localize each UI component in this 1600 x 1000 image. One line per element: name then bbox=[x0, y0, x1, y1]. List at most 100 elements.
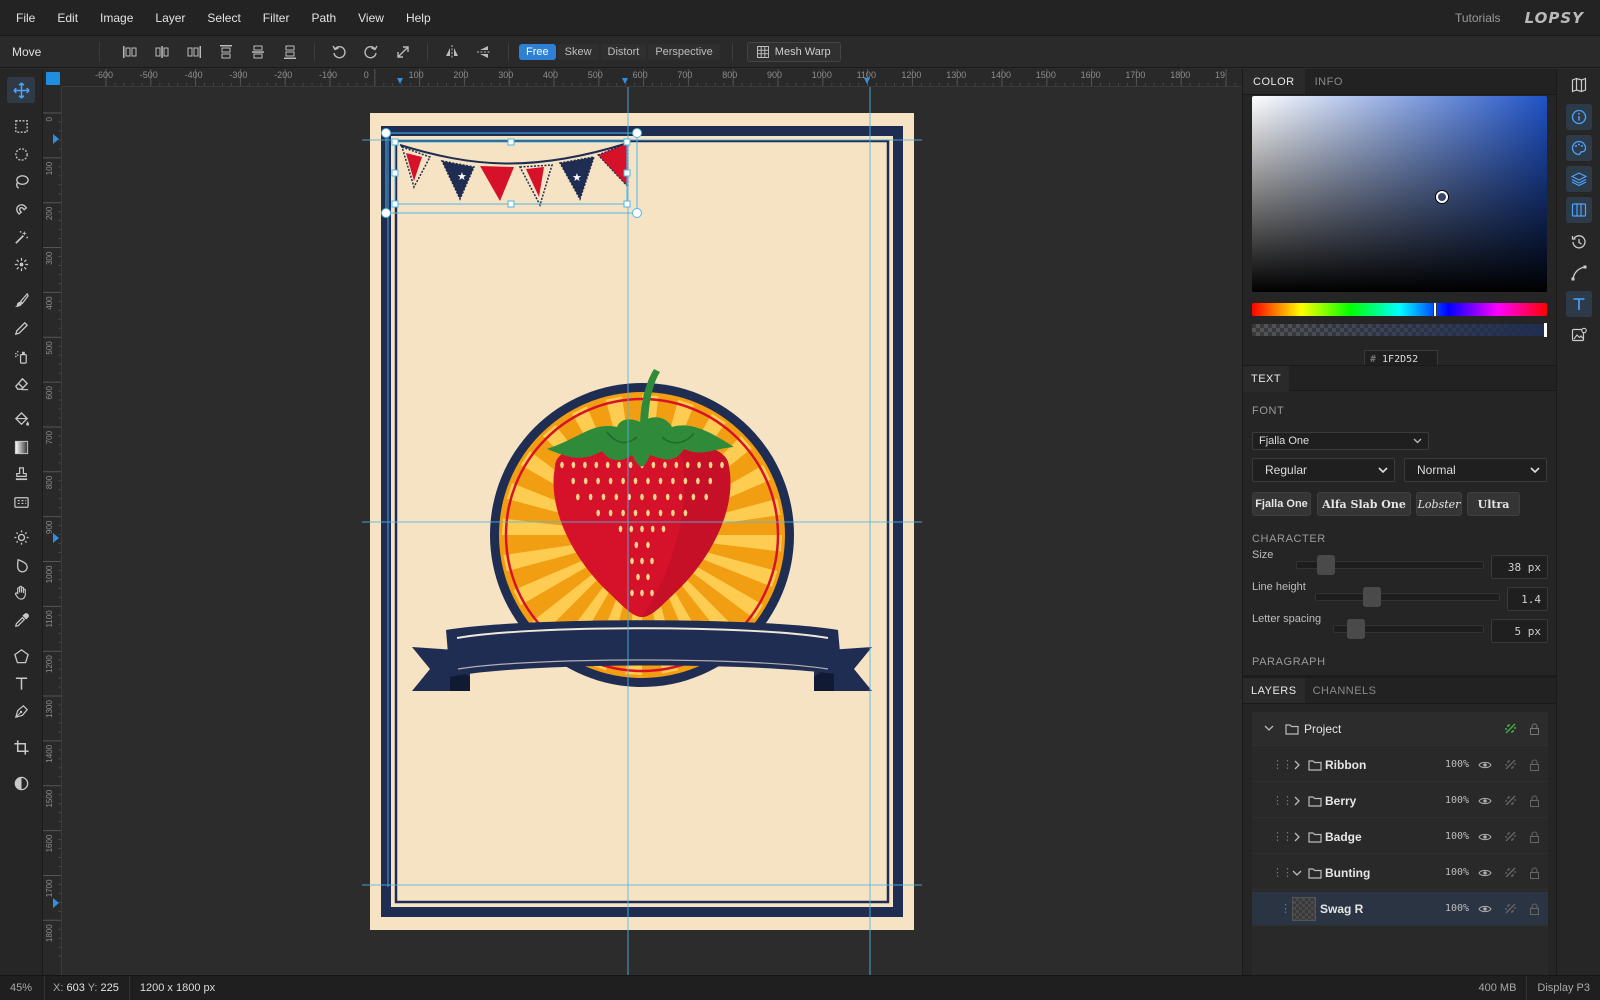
color-picker-field[interactable] bbox=[1252, 96, 1547, 292]
gradient-tool[interactable] bbox=[7, 434, 35, 460]
rect-select-tool[interactable] bbox=[7, 113, 35, 139]
font-weight-select[interactable]: Regular bbox=[1252, 458, 1395, 482]
tab-info[interactable]: INFO bbox=[1305, 69, 1353, 94]
palette-icon[interactable] bbox=[1566, 135, 1592, 161]
pencil-tool[interactable] bbox=[7, 315, 35, 341]
eye-icon[interactable] bbox=[1477, 865, 1493, 881]
letter-spacing-slider-knob[interactable] bbox=[1347, 619, 1365, 639]
fill-tool[interactable] bbox=[7, 406, 35, 432]
info-icon[interactable] bbox=[1566, 104, 1592, 130]
layer-row[interactable]: ⋮⋮ Swag R 100% bbox=[1252, 892, 1548, 926]
layer-opacity[interactable]: 100% bbox=[1445, 867, 1469, 878]
ellipse-select-tool[interactable] bbox=[7, 141, 35, 167]
alpha-handle[interactable] bbox=[1544, 323, 1547, 337]
chevron-right-icon[interactable] bbox=[1292, 796, 1302, 806]
letter-spacing-slider[interactable] bbox=[1333, 619, 1484, 639]
drag-handle-icon[interactable]: ⋮⋮ bbox=[1272, 758, 1293, 771]
font-family-select[interactable]: Fjalla One bbox=[1252, 432, 1429, 450]
text-panel-icon[interactable] bbox=[1566, 291, 1592, 317]
zoom-level[interactable]: 45% bbox=[0, 975, 45, 1000]
layer-row[interactable]: ⋮⋮ Badge 100% bbox=[1252, 820, 1548, 854]
spray-tool[interactable] bbox=[7, 343, 35, 369]
canvas-area[interactable]: ★ ★ bbox=[62, 87, 1242, 975]
align-right-icon[interactable] bbox=[180, 39, 208, 65]
stamp-tool[interactable] bbox=[7, 461, 35, 487]
layer-row[interactable]: ⋮⋮ Ribbon 100% bbox=[1252, 748, 1548, 782]
hand-tool[interactable] bbox=[7, 579, 35, 605]
drag-handle-icon[interactable]: ⋮⋮ bbox=[1272, 830, 1293, 843]
link-icon[interactable] bbox=[1502, 865, 1518, 881]
menu-filter[interactable]: Filter bbox=[252, 0, 301, 36]
align-middle-v-icon[interactable] bbox=[244, 39, 272, 65]
magic-wand-tool[interactable] bbox=[7, 224, 35, 250]
layer-opacity[interactable]: 100% bbox=[1445, 759, 1469, 770]
size-slider-knob[interactable] bbox=[1317, 555, 1335, 575]
font-chip-lobster[interactable]: Lobster bbox=[1416, 492, 1462, 516]
crop-tool[interactable] bbox=[7, 734, 35, 760]
link-icon[interactable] bbox=[1502, 901, 1518, 917]
lock-icon[interactable] bbox=[1526, 721, 1542, 737]
channels-icon[interactable] bbox=[1566, 197, 1592, 223]
menu-help[interactable]: Help bbox=[395, 0, 442, 36]
lock-icon[interactable] bbox=[1526, 793, 1542, 809]
tab-color[interactable]: COLOR bbox=[1243, 69, 1305, 94]
mode-distort[interactable]: Distort bbox=[600, 43, 647, 60]
layer-project[interactable]: Project bbox=[1252, 712, 1548, 746]
tab-channels[interactable]: CHANNELS bbox=[1305, 678, 1385, 703]
blur-tool[interactable] bbox=[7, 552, 35, 578]
eye-icon[interactable] bbox=[1477, 757, 1493, 773]
layers-icon[interactable] bbox=[1566, 166, 1592, 192]
font-chip-alfa[interactable]: Alfa Slab One bbox=[1317, 492, 1411, 516]
align-top-icon[interactable] bbox=[212, 39, 240, 65]
layer-row[interactable]: ⋮⋮ Bunting 100% bbox=[1252, 856, 1548, 890]
lock-icon[interactable] bbox=[1526, 901, 1542, 917]
layer-opacity[interactable]: 100% bbox=[1445, 903, 1469, 914]
scale-icon[interactable] bbox=[389, 39, 417, 65]
rotate-ccw-icon[interactable] bbox=[325, 39, 353, 65]
size-input[interactable]: 38 px bbox=[1491, 555, 1548, 579]
lock-icon[interactable] bbox=[1526, 865, 1542, 881]
pen-tool[interactable] bbox=[7, 698, 35, 724]
polygon-tool[interactable] bbox=[7, 643, 35, 669]
mode-skew[interactable]: Skew bbox=[557, 43, 599, 60]
letter-spacing-input[interactable]: 5 px bbox=[1491, 619, 1548, 643]
layer-opacity[interactable]: 100% bbox=[1445, 795, 1469, 806]
lasso-tool[interactable] bbox=[7, 168, 35, 194]
mesh-warp-button[interactable]: Mesh Warp bbox=[746, 41, 841, 62]
menu-file[interactable]: File bbox=[0, 0, 46, 36]
chevron-right-icon[interactable] bbox=[1292, 760, 1302, 770]
menu-edit[interactable]: Edit bbox=[46, 0, 89, 36]
move-tool[interactable] bbox=[7, 77, 35, 103]
lock-icon[interactable] bbox=[1526, 757, 1542, 773]
history-icon[interactable] bbox=[1566, 229, 1592, 255]
text-tool[interactable] bbox=[7, 670, 35, 696]
drag-handle-icon[interactable]: ⋮⋮ bbox=[1272, 794, 1293, 807]
menu-select[interactable]: Select bbox=[196, 0, 251, 36]
mode-free[interactable]: Free bbox=[519, 43, 556, 60]
line-height-slider[interactable] bbox=[1315, 587, 1500, 607]
lock-icon[interactable] bbox=[1526, 829, 1542, 845]
font-chip-fjalla[interactable]: Fjalla One bbox=[1252, 492, 1311, 516]
link-icon[interactable] bbox=[1502, 757, 1518, 773]
alpha-slider[interactable] bbox=[1252, 323, 1547, 337]
contrast-tool[interactable] bbox=[7, 770, 35, 796]
menu-path[interactable]: Path bbox=[300, 0, 347, 36]
layer-row[interactable]: ⋮⋮ Berry 100% bbox=[1252, 784, 1548, 818]
link-icon[interactable] bbox=[1502, 793, 1518, 809]
paths-icon[interactable] bbox=[1566, 260, 1592, 286]
map-icon[interactable] bbox=[1566, 72, 1592, 98]
color-picker-cursor[interactable] bbox=[1436, 191, 1448, 203]
hue-handle[interactable] bbox=[1433, 302, 1437, 317]
size-slider[interactable] bbox=[1296, 555, 1484, 575]
mode-perspective[interactable]: Perspective bbox=[648, 43, 720, 60]
menu-layer[interactable]: Layer bbox=[144, 0, 196, 36]
font-chip-ultra[interactable]: Ultra bbox=[1467, 492, 1520, 516]
drag-handle-icon[interactable]: ⋮⋮ bbox=[1272, 866, 1293, 879]
vertical-ruler[interactable]: 0 100 200 300 400 500 600 700 800 900 1000 1100 1200… bbox=[43, 87, 62, 975]
eye-icon[interactable] bbox=[1477, 829, 1493, 845]
tab-text[interactable]: TEXT bbox=[1243, 366, 1290, 392]
eyedropper-tool[interactable] bbox=[7, 607, 35, 633]
menu-view[interactable]: View bbox=[347, 0, 395, 36]
horizontal-ruler[interactable]: -600 -500 -400 -300 -200 -100 0 100 200 300 400 500… bbox=[62, 69, 1242, 87]
tab-layers[interactable]: LAYERS bbox=[1243, 678, 1305, 703]
